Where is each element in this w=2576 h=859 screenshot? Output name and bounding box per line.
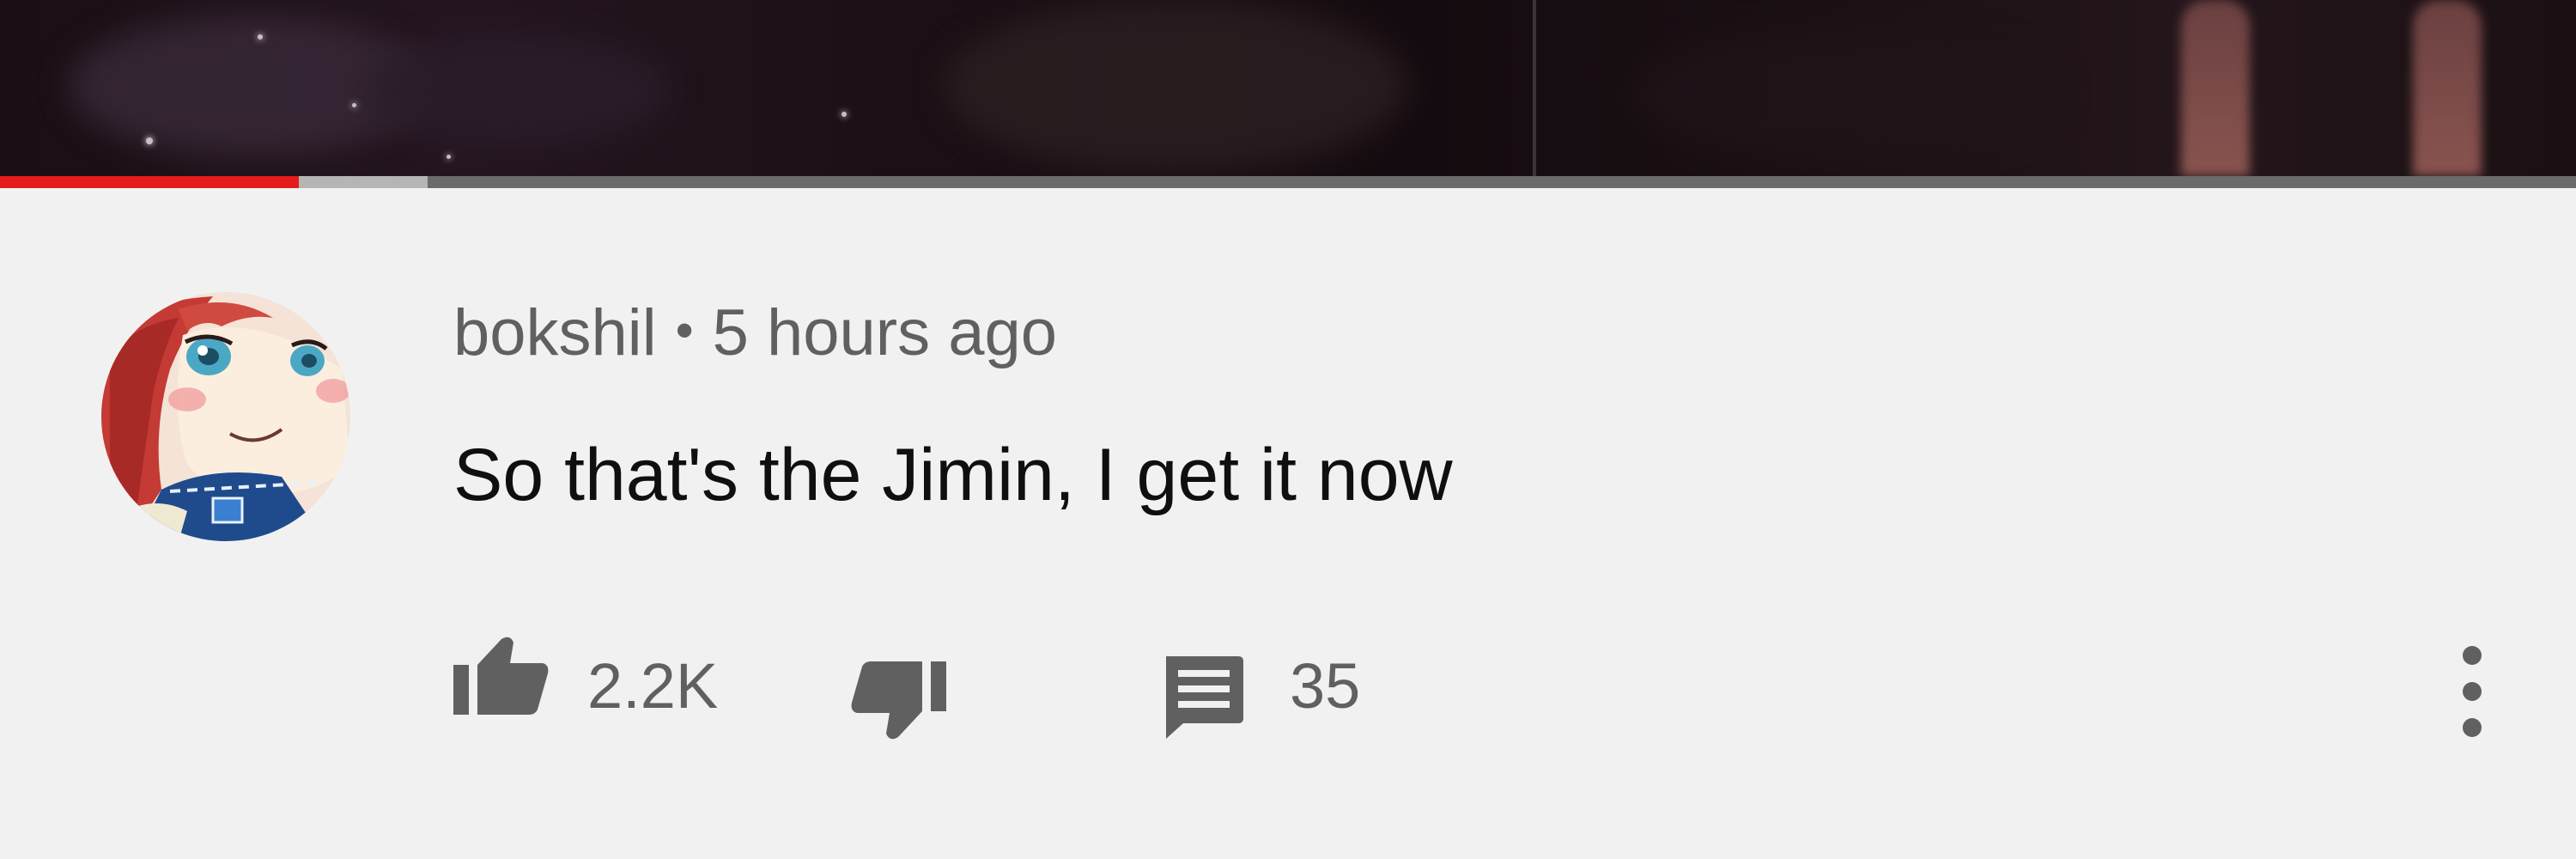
comment-icon[interactable]: [1159, 655, 1245, 740]
separator-dot: •: [675, 302, 694, 359]
video-player[interactable]: [0, 0, 2576, 176]
comment-screen: bokshil • 5 hours ago So that's the Jimin,…: [0, 0, 2576, 859]
progress-played: [0, 176, 299, 188]
reply-count: 35: [1290, 650, 1361, 722]
comment-time: 5 hours ago: [712, 296, 1058, 369]
comment-text: So that's the Jimin, I get it now: [453, 434, 1453, 516]
like-count: 2.2K: [587, 650, 719, 722]
thumbs-down-icon[interactable]: [850, 661, 946, 744]
video-progress-bar[interactable]: [0, 176, 2576, 188]
anime-avatar-icon[interactable]: [101, 292, 350, 541]
progress-buffered: [299, 176, 428, 188]
more-vertical-icon[interactable]: [2456, 646, 2490, 740]
comment-author[interactable]: bokshil: [453, 296, 657, 369]
comment-header: bokshil • 5 hours ago: [453, 301, 1057, 366]
thumbs-up-icon[interactable]: [453, 634, 550, 716]
